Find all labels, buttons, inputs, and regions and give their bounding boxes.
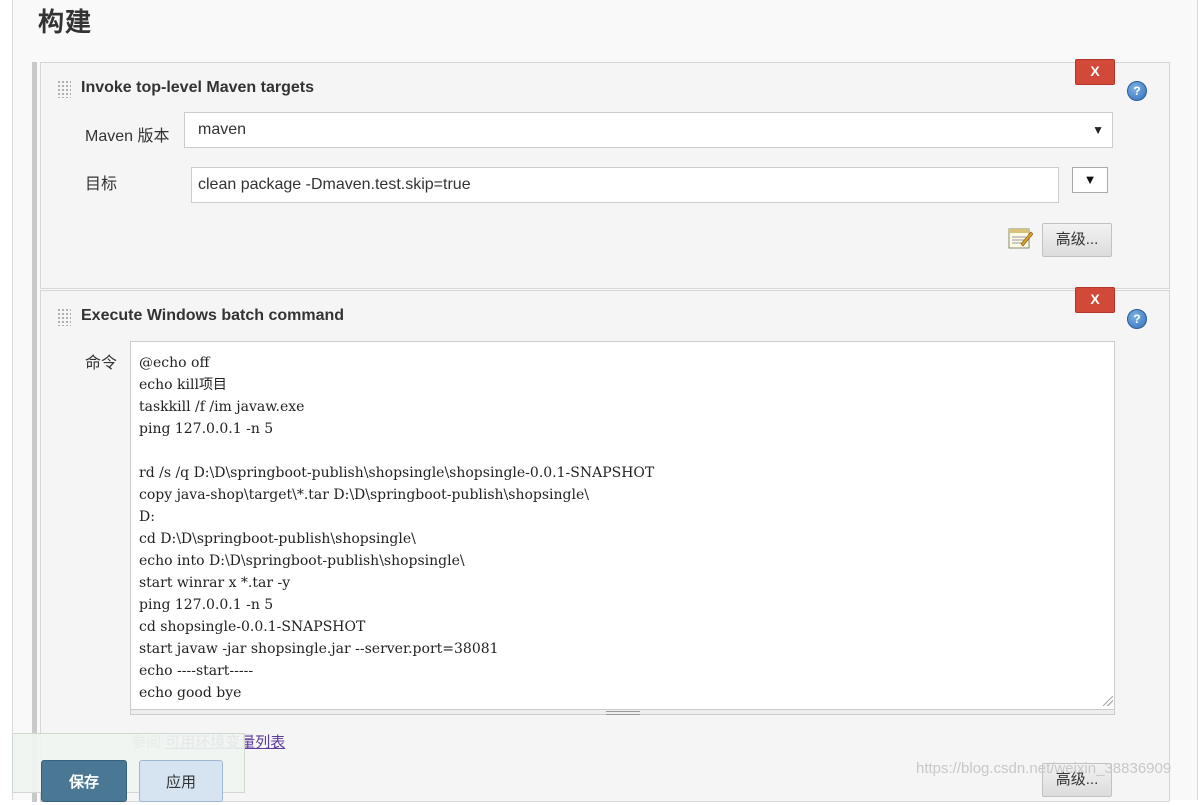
advanced-button[interactable]: 高级... [1042,223,1112,257]
goals-input[interactable]: clean package -Dmaven.test.skip=true [191,167,1059,203]
apply-button[interactable]: 应用 [139,760,223,802]
maven-version-label: Maven 版本 [85,128,170,145]
section-title: 构建 [38,8,93,38]
command-textarea[interactable]: @echo off echo kill项目 taskkill /f /im ja… [130,341,1115,710]
delete-step-button[interactable]: X [1075,287,1115,313]
help-icon[interactable]: ? [1127,81,1147,101]
textarea-resize-bar[interactable] [130,709,1115,715]
notepad-icon[interactable] [1007,226,1033,250]
resize-corner-icon[interactable] [1103,696,1113,706]
goals-label: 目标 [85,176,118,193]
save-button[interactable]: 保存 [41,760,127,802]
delete-step-button[interactable]: X [1075,59,1115,85]
build-step-batch: Execute Windows batch command X ? 命令 @ec… [40,287,1170,802]
chevron-down-icon: ▼ [1092,123,1104,137]
drag-handle-icon[interactable] [57,80,71,98]
resize-grip-icon [606,711,640,715]
step-title: Execute Windows batch command [81,307,345,324]
step-title: Invoke top-level Maven targets [81,79,314,96]
watermark-text: https://blog.csdn.net/weixin_38836909 [916,760,1172,777]
command-label: 命令 [85,355,118,372]
maven-version-value: maven [198,121,247,138]
bottom-button-bar: 保存 应用 [12,733,245,802]
maven-version-select[interactable]: maven ▼ [184,112,1113,148]
build-step-maven: Invoke top-level Maven targets X ? Maven… [40,59,1170,289]
drag-handle-icon[interactable] [57,308,71,326]
expand-textarea-button[interactable]: ▼ [1072,167,1108,193]
help-icon[interactable]: ? [1127,309,1147,329]
